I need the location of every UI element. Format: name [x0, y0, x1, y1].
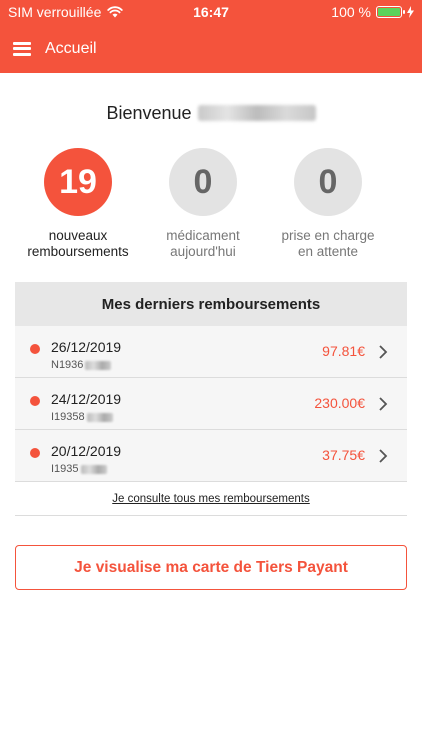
- reimbursement-date: 20/12/2019: [51, 443, 122, 459]
- stat-label-line1: médicament: [166, 228, 240, 243]
- unread-dot-icon: [30, 396, 40, 406]
- reimbursement-row[interactable]: 20/12/2019 I1935 37.75€: [15, 430, 407, 482]
- reimbursement-date: 26/12/2019: [51, 339, 122, 355]
- status-bar: SIM verrouillée 16:47 100 %: [0, 0, 422, 24]
- see-all-reimbursements-link[interactable]: Je consulte tous mes remboursements: [112, 493, 310, 505]
- unread-dot-icon: [30, 448, 40, 458]
- ref-redacted: [85, 360, 112, 370]
- ref-redacted: [80, 464, 107, 474]
- stat-medication-today[interactable]: 0 médicament aujourd'hui: [138, 148, 268, 260]
- card-footer: Je consulte tous mes remboursements: [15, 482, 407, 516]
- stat-label: prise en charge en attente: [263, 228, 393, 260]
- nav-bar: Accueil: [0, 24, 422, 73]
- chevron-right-icon: [379, 397, 388, 411]
- stat-label-line1: prise en charge: [281, 228, 375, 243]
- welcome-text: Bienvenue: [106, 103, 192, 123]
- reimbursement-ref: N1936: [51, 359, 112, 371]
- status-right: 100 %: [331, 4, 414, 20]
- reimbursement-date: 24/12/2019: [51, 391, 122, 407]
- stat-count-circle: 0: [294, 148, 362, 216]
- reimbursement-ref: I1935: [51, 463, 107, 475]
- stat-count-circle: 19: [44, 148, 112, 216]
- ref-redacted: [86, 412, 113, 422]
- reimbursement-amount: 230.00€: [314, 395, 365, 411]
- card-header: Mes derniers remboursements: [15, 282, 407, 326]
- ref-prefix: N1936: [51, 359, 84, 371]
- reimbursement-amount: 97.81€: [322, 343, 365, 359]
- stat-label: nouveaux remboursements: [13, 228, 143, 260]
- nav-title: Accueil: [45, 39, 97, 57]
- user-name-redacted: [197, 105, 316, 121]
- chevron-right-icon: [379, 345, 388, 359]
- ref-prefix: I19358: [51, 411, 85, 423]
- welcome-message: Bienvenue: [0, 103, 422, 124]
- ref-prefix: I1935: [51, 463, 79, 475]
- stat-label-line2: remboursements: [27, 244, 129, 259]
- stat-label-line2: aujourd'hui: [170, 244, 236, 259]
- stat-new-reimbursements[interactable]: 19 nouveaux remboursements: [13, 148, 143, 260]
- chevron-right-icon: [379, 449, 388, 463]
- battery-percent: 100 %: [331, 4, 371, 20]
- view-tiers-payant-card-button[interactable]: Je visualise ma carte de Tiers Payant: [15, 545, 407, 590]
- stat-count-circle: 0: [169, 148, 237, 216]
- unread-dot-icon: [30, 344, 40, 354]
- stat-label: médicament aujourd'hui: [138, 228, 268, 260]
- reimbursement-ref: I19358: [51, 411, 113, 423]
- charging-bolt-icon: [407, 6, 414, 18]
- battery-icon: [376, 6, 405, 18]
- stat-label-line2: en attente: [297, 244, 359, 259]
- reimbursement-amount: 37.75€: [322, 447, 365, 463]
- header-bar: SIM verrouillée 16:47 100 % Accueil: [0, 0, 422, 73]
- recent-reimbursements-card: Mes derniers remboursements 26/12/2019 N…: [15, 282, 407, 522]
- reimbursement-row[interactable]: 26/12/2019 N1936 97.81€: [15, 326, 407, 378]
- stat-label-line1: nouveaux: [48, 228, 108, 243]
- reimbursement-row[interactable]: 24/12/2019 I19358 230.00€: [15, 378, 407, 430]
- hamburger-menu-icon[interactable]: [13, 41, 31, 56]
- stat-pending-coverage[interactable]: 0 prise en charge en attente: [263, 148, 393, 260]
